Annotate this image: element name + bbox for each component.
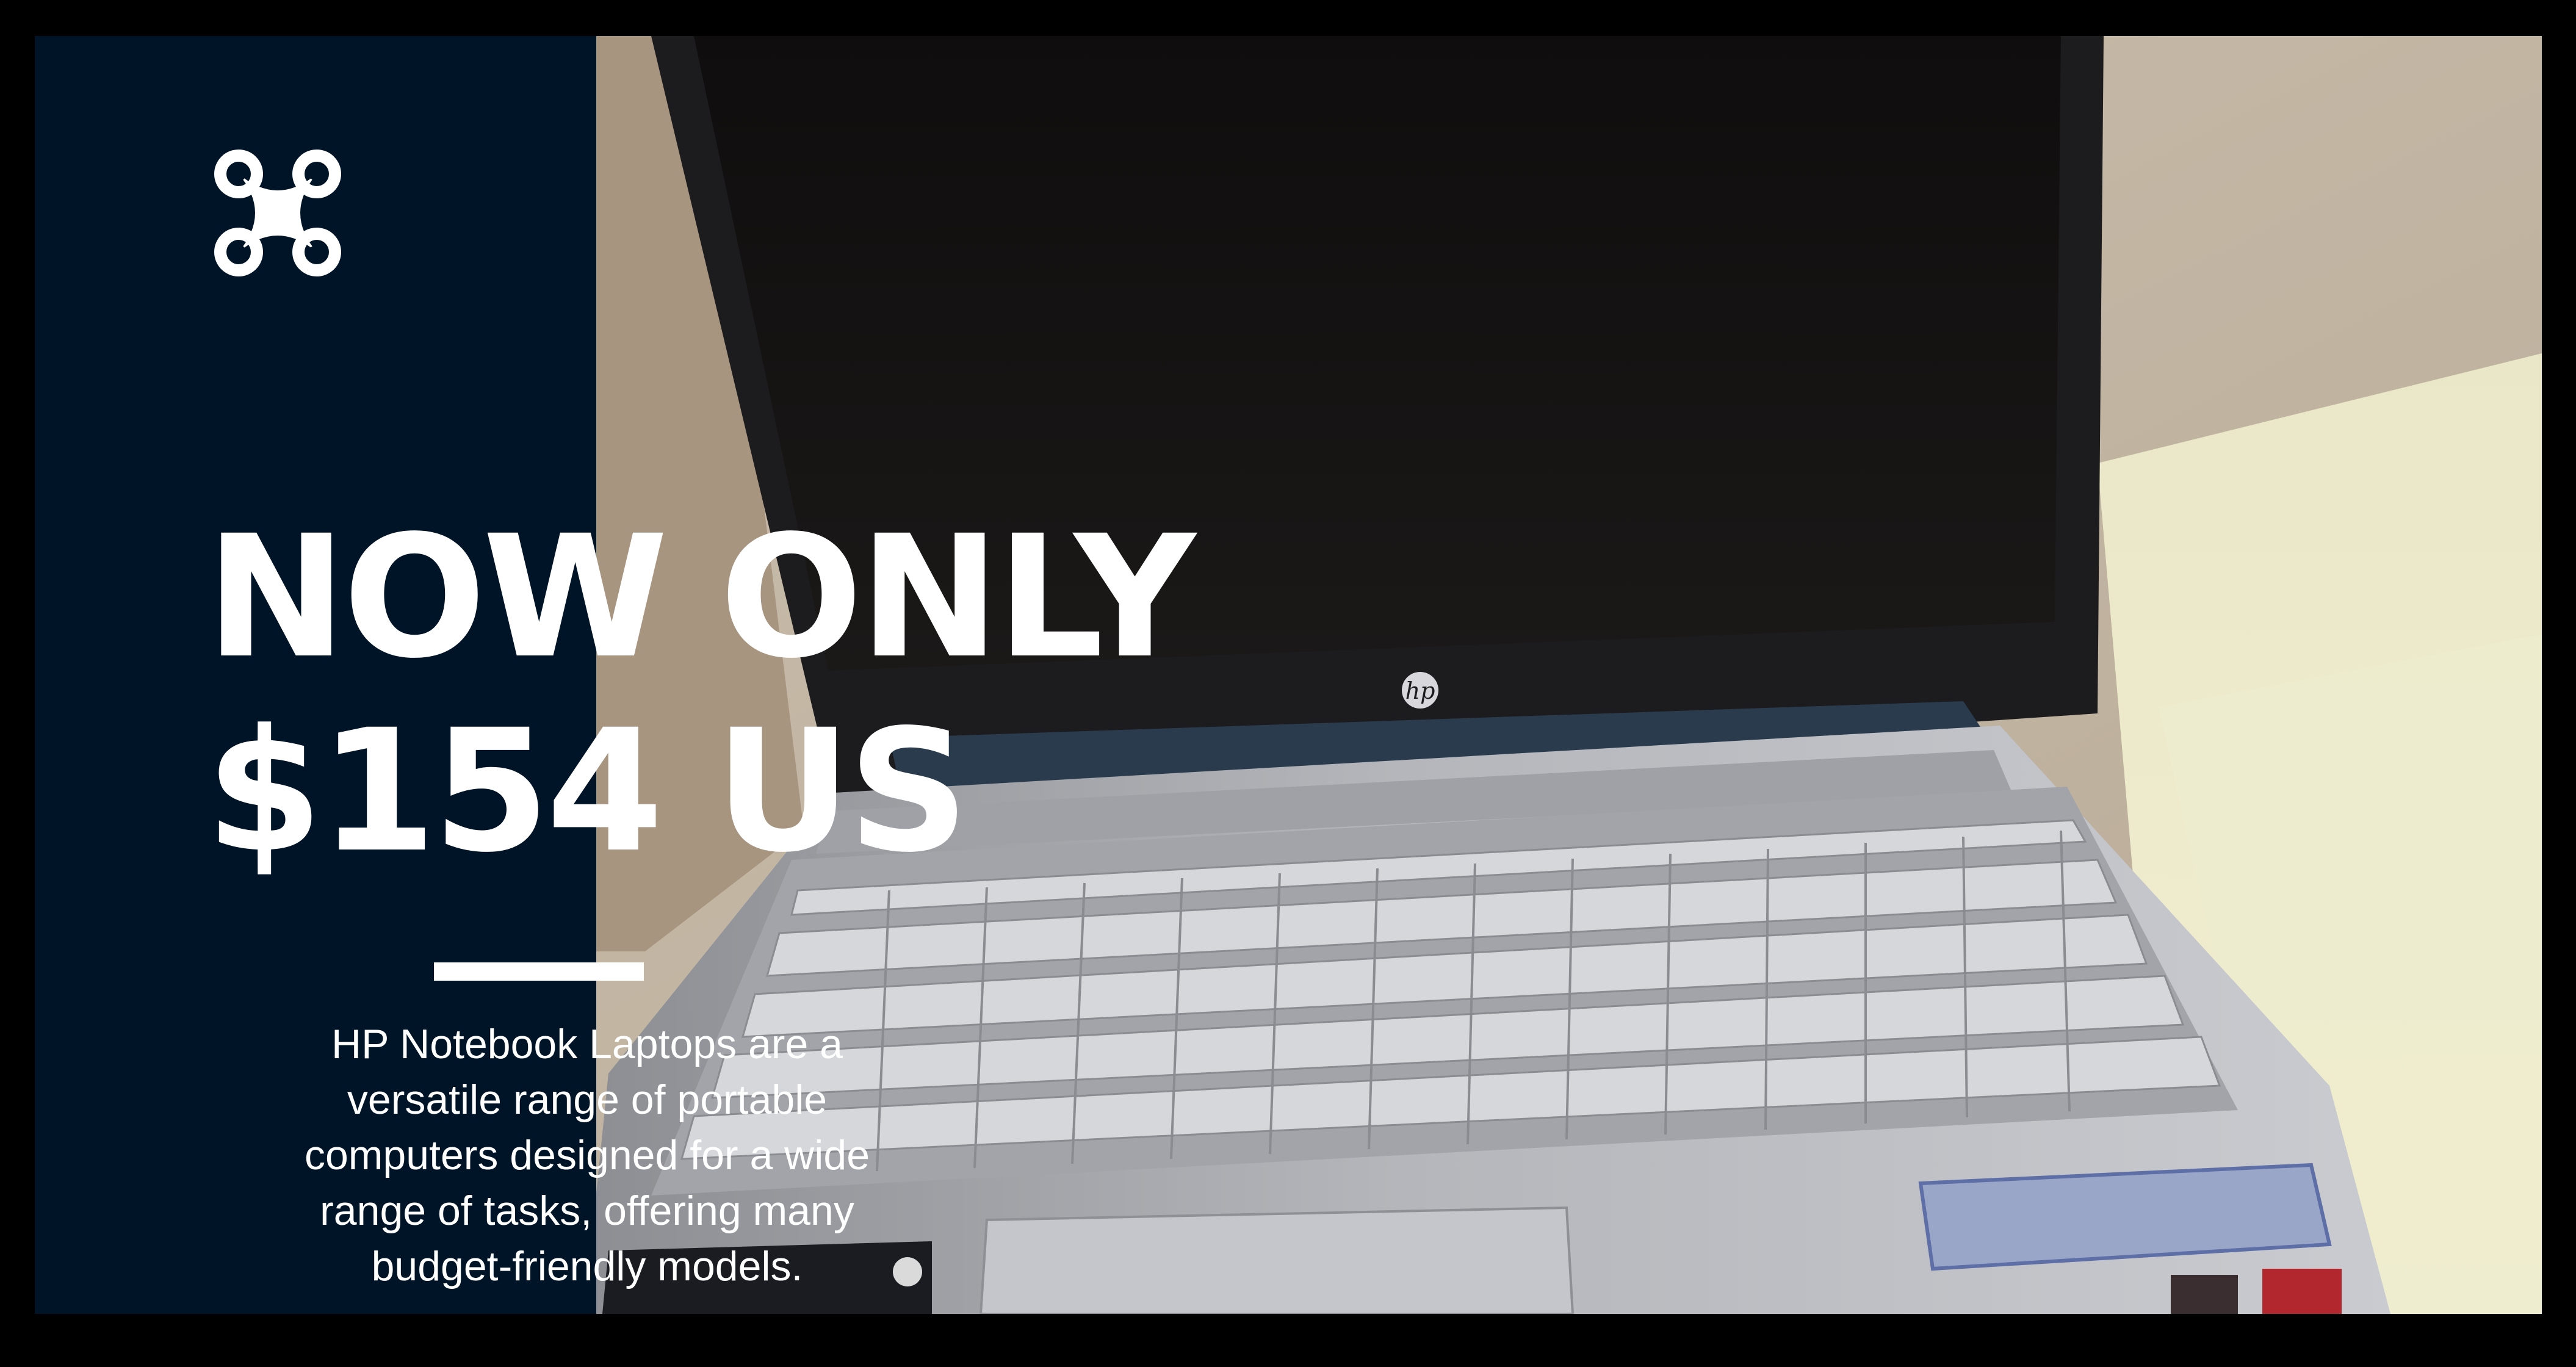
- divider: [434, 962, 644, 981]
- ad-frame: hp NOW ONLY $154 US HP Notebook Laptops …: [0, 0, 2576, 1367]
- headline-price: $154 US: [206, 694, 969, 890]
- description-text: HP Notebook Laptops are a versatile rang…: [304, 1021, 870, 1289]
- svg-text:hp: hp: [1405, 677, 1435, 704]
- ad-canvas: hp NOW ONLY $154 US HP Notebook Laptops …: [35, 36, 2542, 1314]
- headline-line-1: NOW ONLY: [206, 500, 1196, 696]
- headline: NOW ONLY $154 US: [206, 500, 1196, 890]
- drone-icon: [213, 148, 342, 278]
